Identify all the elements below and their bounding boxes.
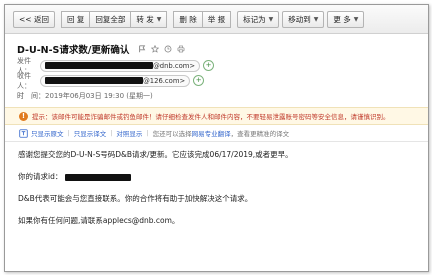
move-to-label: 移动到 bbox=[288, 14, 311, 24]
action-group: 删 除 举 报 bbox=[173, 10, 232, 28]
reply-group: 回 复 回复全部 转 发 ▼ bbox=[60, 10, 168, 28]
chevron-down-icon: ▼ bbox=[313, 15, 319, 23]
mail-window: << 返回 回 复 回复全部 转 发 ▼ 删 除 举 报 标记为 ▼ 移动到 ▼… bbox=[4, 4, 429, 272]
translation-bar: 只显示原文 | 只显示译文 | 对照显示 | 您还可以选择 网易专业翻译 ，查看… bbox=[5, 125, 428, 142]
recipient-domain: @126.com> bbox=[143, 76, 186, 85]
redacted-sender bbox=[45, 62, 153, 69]
time-row: 时 间： 2019年06月03日 19:30 (星期一) bbox=[17, 88, 418, 103]
request-id-label: 你的请求id： bbox=[18, 172, 63, 181]
back-button[interactable]: << 返回 bbox=[13, 10, 55, 28]
body-line-thanks: 感谢您提交您的D-U-N-S号码D&B请求/更新。它应该完成06/17/2019… bbox=[18, 150, 293, 159]
body-line-request-id: 你的请求id： bbox=[18, 172, 428, 182]
mail-body: 感谢您提交您的D-U-N-S号码D&B请求/更新。它应该完成06/17/2019… bbox=[5, 142, 428, 226]
sender-address[interactable]: @dnb.com> bbox=[40, 59, 201, 72]
reply-all-button[interactable]: 回复全部 bbox=[90, 10, 132, 28]
sender-domain: @dnb.com> bbox=[153, 61, 196, 70]
show-original-link[interactable]: 只显示原文 bbox=[31, 128, 64, 138]
youdao-translate-link[interactable]: 网易专业翻译 bbox=[192, 128, 231, 138]
bilingual-link[interactable]: 对照显示 bbox=[116, 128, 142, 138]
more-label: 更 多 bbox=[333, 14, 351, 24]
show-translation-link[interactable]: 只显示译文 bbox=[74, 128, 107, 138]
divider: | bbox=[67, 129, 70, 137]
forward-button[interactable]: 转 发 ▼ bbox=[131, 10, 168, 28]
toolbar: << 返回 回 复 回复全部 转 发 ▼ 删 除 举 报 标记为 ▼ 移动到 ▼… bbox=[5, 5, 428, 34]
clock-icon[interactable] bbox=[164, 45, 172, 53]
forward-label: 转 发 bbox=[136, 14, 154, 24]
more-button[interactable]: 更 多 ▼ bbox=[327, 10, 365, 28]
warning-text: 提示：该邮件可能是诈骗邮件或钓鱼邮件！请仔细检查发件人和邮件内容，不要轻易泄露账… bbox=[32, 113, 390, 121]
translation-hint: 您还可以选择 bbox=[152, 130, 192, 138]
body-line-contact: D&B代表可能会与您直接联系。你的合作将有助于加快解决这个请求。 bbox=[18, 194, 253, 203]
recipient-address[interactable]: @126.com> bbox=[40, 74, 191, 87]
chevron-down-icon: ▼ bbox=[268, 15, 274, 23]
flag-icon[interactable] bbox=[138, 45, 146, 53]
divider: | bbox=[110, 129, 113, 137]
time-label: 时 间： bbox=[17, 91, 45, 100]
body-line-questions: 如果你有任何问题,请联系applecs@dnb.com。 bbox=[18, 216, 180, 225]
mark-as-button[interactable]: 标记为 ▼ bbox=[237, 10, 280, 28]
redacted-recipient bbox=[45, 77, 143, 84]
translation-hint-suffix: ，查看更精准的译文 bbox=[230, 130, 290, 138]
redacted-request-id bbox=[64, 173, 131, 181]
mail-subject: D-U-N-S请求数/更新确认 bbox=[17, 45, 130, 56]
add-contact-icon[interactable]: + bbox=[203, 60, 215, 71]
phishing-warning: ! 提示：该邮件可能是诈骗邮件或钓鱼邮件！请仔细检查发件人和邮件内容，不要轻易泄… bbox=[5, 107, 428, 125]
to-label: 收件人： bbox=[17, 71, 31, 90]
chevron-down-icon: ▼ bbox=[353, 15, 359, 23]
mark-as-label: 标记为 bbox=[243, 14, 266, 24]
move-to-button[interactable]: 移动到 ▼ bbox=[282, 10, 325, 28]
divider: | bbox=[146, 129, 149, 137]
report-button[interactable]: 举 报 bbox=[202, 10, 232, 28]
from-row: 发件人： @dnb.com> + bbox=[17, 57, 418, 75]
delete-button[interactable]: 删 除 bbox=[173, 10, 203, 28]
time-value: 2019年06月03日 19:30 (星期一) bbox=[45, 91, 153, 100]
add-contact-icon[interactable]: + bbox=[193, 75, 205, 86]
translate-icon bbox=[19, 128, 28, 138]
reply-button[interactable]: 回 复 bbox=[60, 10, 91, 28]
star-icon[interactable] bbox=[151, 45, 160, 53]
to-row: 收件人： @126.com> + bbox=[17, 71, 418, 90]
warning-icon: ! bbox=[19, 111, 28, 121]
print-icon[interactable] bbox=[177, 45, 185, 53]
mail-header: D-U-N-S请求数/更新确认 发件人： @dnb.com> + 收件人： @1… bbox=[5, 34, 428, 103]
subject-icons bbox=[138, 45, 185, 53]
chevron-down-icon: ▼ bbox=[156, 15, 162, 23]
